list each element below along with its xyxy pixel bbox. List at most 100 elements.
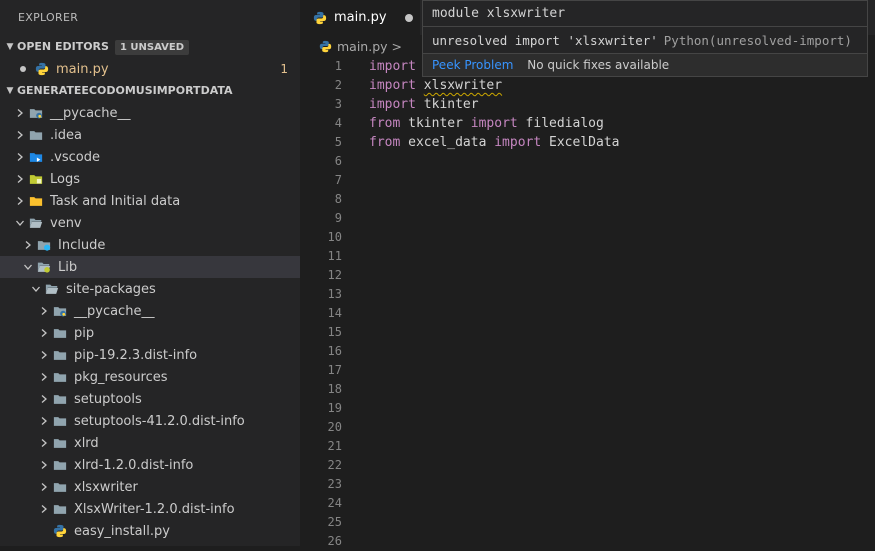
chevron-right-icon[interactable]: [36, 344, 52, 366]
keyword-token: import: [470, 116, 518, 131]
code-line[interactable]: 9: [300, 209, 875, 228]
line-number: 13: [327, 287, 342, 301]
chevron-right-icon[interactable]: [20, 234, 36, 256]
tree-item-label: xlrd: [74, 435, 99, 451]
tree-item[interactable]: Lib: [0, 256, 300, 278]
folder-icon: [52, 391, 68, 407]
code-line[interactable]: 16: [300, 342, 875, 361]
hover-signature: module xlsxwriter: [423, 1, 867, 27]
chevron-down-icon: ▼: [6, 86, 14, 96]
code-line[interactable]: 23: [300, 475, 875, 494]
tree-item[interactable]: __pycache__: [0, 102, 300, 124]
code-line[interactable]: 8: [300, 190, 875, 209]
code-line[interactable]: 18: [300, 380, 875, 399]
tree-item[interactable]: pip: [0, 322, 300, 344]
tree-item[interactable]: pkg_resources: [0, 366, 300, 388]
python-folder-icon: [52, 303, 68, 319]
folder-icon: [52, 413, 68, 429]
chevron-down-icon[interactable]: [12, 212, 28, 234]
keyword-token: import: [369, 78, 416, 93]
tree-item[interactable]: Task and Initial data: [0, 190, 300, 212]
unsaved-dot-icon[interactable]: [404, 13, 413, 22]
tree-item[interactable]: setuptools: [0, 388, 300, 410]
chevron-right-icon[interactable]: [36, 498, 52, 520]
chevron-down-icon[interactable]: [28, 278, 44, 300]
chevron-right-icon[interactable]: [12, 190, 28, 212]
chevron-right-icon[interactable]: [36, 366, 52, 388]
chevron-right-icon[interactable]: [12, 102, 28, 124]
code-text: from excel_data import ExcelData: [369, 133, 619, 152]
chevron-right-icon[interactable]: [36, 476, 52, 498]
code-line[interactable]: 26: [300, 532, 875, 551]
tree-item[interactable]: setuptools-41.2.0.dist-info: [0, 410, 300, 432]
open-editors-header[interactable]: ▼ OPEN EDITORS 1 UNSAVED: [0, 36, 300, 58]
code-line[interactable]: 10: [300, 228, 875, 247]
breadcrumb-file[interactable]: main.py: [337, 39, 388, 54]
code-line[interactable]: 7: [300, 171, 875, 190]
tree-item[interactable]: pip-19.2.3.dist-info: [0, 344, 300, 366]
code-line[interactable]: 13: [300, 285, 875, 304]
chevron-right-icon[interactable]: [36, 454, 52, 476]
folder-open-icon: [44, 281, 60, 297]
code-token: filedialog: [517, 116, 604, 131]
tab-main-py[interactable]: main.py: [300, 0, 420, 35]
code-text: import tkinter: [369, 95, 479, 114]
chevron-right-icon[interactable]: [12, 168, 28, 190]
code-line[interactable]: 12: [300, 266, 875, 285]
chevron-right-icon[interactable]: [36, 322, 52, 344]
tree-item[interactable]: venv: [0, 212, 300, 234]
tree-item[interactable]: .vscode: [0, 146, 300, 168]
code-line[interactable]: 15: [300, 323, 875, 342]
chevron-right-icon[interactable]: [12, 146, 28, 168]
code-line[interactable]: 4 from tkinter import filedialog: [300, 114, 875, 133]
code-line[interactable]: 25: [300, 513, 875, 532]
line-number: 22: [327, 458, 342, 472]
tree-item[interactable]: xlsxwriter: [0, 476, 300, 498]
code-line[interactable]: 5 from excel_data import ExcelData: [300, 133, 875, 152]
code-editor[interactable]: 1 import 2 import xlsxwriter 3 import tkinter…: [300, 57, 875, 548]
tree-item[interactable]: XlsxWriter-1.2.0.dist-info: [0, 498, 300, 520]
code-line[interactable]: 22: [300, 456, 875, 475]
code-line[interactable]: 2 import xlsxwriter: [300, 76, 875, 95]
chevron-right-icon[interactable]: [36, 410, 52, 432]
tree-item[interactable]: xlrd-1.2.0.dist-info: [0, 454, 300, 476]
tree-item[interactable]: Include: [0, 234, 300, 256]
tree-item[interactable]: site-packages: [0, 278, 300, 300]
code-line[interactable]: 17: [300, 361, 875, 380]
peek-problem-link[interactable]: Peek Problem: [432, 58, 513, 72]
code-line[interactable]: 3 import tkinter: [300, 95, 875, 114]
chevron-right-icon[interactable]: [36, 432, 52, 454]
code-line[interactable]: 11: [300, 247, 875, 266]
chevron-right-icon[interactable]: [36, 300, 52, 322]
tree-item[interactable]: xlrd: [0, 432, 300, 454]
open-editor-item-main-py[interactable]: main.py 1: [0, 58, 300, 80]
folder-open-icon: [28, 215, 44, 231]
code-line[interactable]: 24: [300, 494, 875, 513]
tree-item-label: setuptools: [74, 391, 142, 407]
folder-icon: [52, 435, 68, 451]
line-number: 1: [334, 59, 342, 73]
python-file-icon: [34, 61, 50, 77]
tree-item[interactable]: Logs: [0, 168, 300, 190]
code-line[interactable]: 20: [300, 418, 875, 437]
explorer-title: EXPLORER: [18, 11, 79, 24]
unsaved-dot-icon: [20, 66, 26, 72]
code-line[interactable]: 6: [300, 152, 875, 171]
line-number: 14: [327, 306, 342, 320]
tree-item[interactable]: .idea: [0, 124, 300, 146]
tree-item[interactable]: __pycache__: [0, 300, 300, 322]
code-line[interactable]: 19: [300, 399, 875, 418]
problem-source: Python(unresolved-import): [663, 33, 852, 48]
keyword-token: import: [369, 97, 416, 112]
code-line[interactable]: 14: [300, 304, 875, 323]
chevron-right-icon[interactable]: [36, 388, 52, 410]
project-header[interactable]: ▼ GENERATEECODOMUSIMPORTDATA: [0, 80, 300, 102]
chevron-right-icon[interactable]: [12, 124, 28, 146]
keyword-token: import: [369, 59, 416, 74]
tree-item-label: pip: [74, 325, 95, 341]
tree-item-label: venv: [50, 215, 82, 231]
code-line[interactable]: 21: [300, 437, 875, 456]
tree-item[interactable]: easy_install.py: [0, 520, 300, 542]
chevron-down-icon[interactable]: [20, 256, 36, 278]
explorer-sidebar: EXPLORER ▼ OPEN EDITORS 1 UNSAVED main.p…: [0, 0, 300, 546]
